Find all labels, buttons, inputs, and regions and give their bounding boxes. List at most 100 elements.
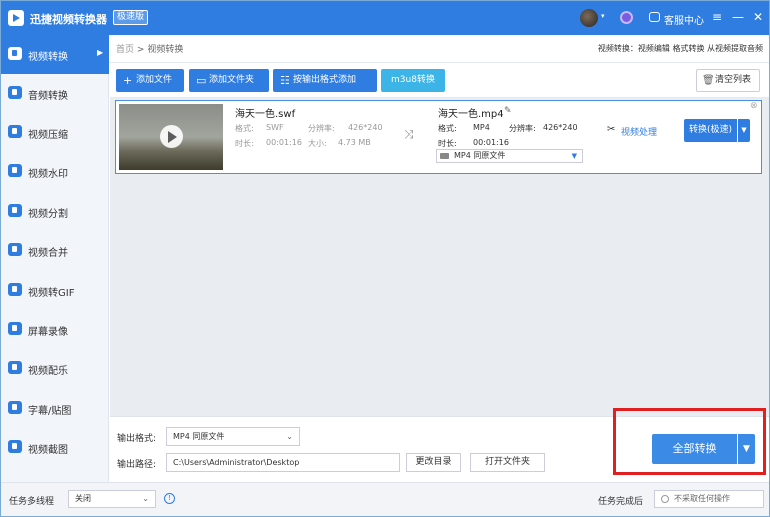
source-resolution-value: 426*240 [348, 123, 383, 132]
app-window: 迅捷视频转换器 极速版 ▾ 客服中心 ≡ — ✕ 视频转换 ▶ 音频转换 视频压… [0, 0, 770, 517]
output-format-select[interactable]: MP4 同原文件 ▼ [436, 149, 583, 163]
convert-fast-button[interactable]: 转换(极速) [684, 119, 737, 142]
app-logo-icon [8, 10, 24, 26]
open-folder-button[interactable]: 打开文件夹 [470, 453, 545, 472]
change-directory-button[interactable]: 更改目录 [406, 453, 461, 472]
source-size-label: 大小: [308, 139, 327, 148]
rename-pencil-icon[interactable]: ✎ [504, 106, 512, 116]
chevron-down-icon: ▼ [571, 152, 577, 160]
clear-list-label: 清空列表 [715, 75, 752, 85]
m3u8-convert-button[interactable]: m3u8转换 [381, 69, 445, 92]
source-duration-value: 00:01:16 [266, 138, 302, 147]
sidebar-item-label: 视频压缩 [28, 130, 68, 141]
sidebar-item-music[interactable]: 视频配乐 [1, 349, 109, 388]
sidebar-item-video-convert[interactable]: 视频转换 ▶ [1, 35, 109, 74]
source-resolution-label: 分辨率: [308, 124, 335, 133]
output-duration-value: 00:01:16 [473, 138, 509, 147]
convert-all-dropdown-button[interactable]: ▼ [738, 434, 755, 464]
add-file-label: 添加文件 [136, 75, 173, 85]
output-path-field[interactable]: C:\Users\Administrator\Desktop [166, 453, 400, 472]
after-complete-select[interactable]: 不采取任何操作 [654, 490, 764, 508]
sidebar-item-screen-record[interactable]: 屏幕录像 [1, 310, 109, 349]
sidebar-item-split[interactable]: 视频分割 [1, 192, 109, 231]
chevron-down-icon: ⌄ [142, 494, 149, 503]
shuffle-icon: ⤨ [404, 127, 414, 141]
user-avatar[interactable] [580, 9, 598, 27]
sidebar-item-label: 视频转GIF [28, 288, 75, 299]
output-format-dropdown[interactable]: MP4 同原文件 ⌄ [166, 427, 300, 446]
output-format-label: 格式: [438, 124, 457, 133]
trash-icon: 🗑 [702, 75, 715, 86]
gif-icon [8, 283, 22, 296]
after-complete-select-value: 不采取任何操作 [674, 494, 730, 503]
sidebar-item-merge[interactable]: 视频合并 [1, 231, 109, 270]
header-links[interactable]: 视频转换：视频编辑 格式转换 从视频提取音频 [598, 43, 763, 54]
sidebar-item-gif[interactable]: 视频转GIF [1, 271, 109, 310]
info-icon[interactable]: ! [164, 493, 175, 504]
breadcrumb-separator: > [136, 45, 145, 55]
multithread-label: 任务多线程 [9, 497, 55, 507]
breadcrumb: 首页 > 视频转换 [116, 42, 183, 55]
video-process-link[interactable]: 视频处理 [607, 125, 657, 138]
convert-dropdown-button[interactable]: ▼ [738, 119, 750, 142]
play-icon[interactable] [160, 125, 183, 148]
add-by-format-label: 按输出格式添加 [293, 75, 357, 85]
sidebar-item-watermark[interactable]: 视频水印 [1, 152, 109, 191]
radio-icon [661, 495, 669, 503]
sidebar-item-label: 视频转换 [28, 52, 68, 63]
sidebar-item-compress[interactable]: 视频压缩 [1, 113, 109, 152]
split-icon [8, 204, 22, 217]
output-format-value: MP4 [473, 123, 490, 132]
add-file-button[interactable]: + 添加文件 [116, 69, 184, 92]
chevron-down-icon: ⌄ [286, 432, 293, 441]
vip-icon[interactable] [620, 11, 633, 24]
chevron-right-icon: ▶ [97, 48, 104, 57]
audio-convert-icon [8, 86, 22, 99]
sidebar-item-label: 视频截图 [28, 445, 68, 456]
sidebar-item-subtitle[interactable]: 字幕/贴图 [1, 389, 109, 428]
convert-all-button[interactable]: 全部转换 [652, 434, 737, 464]
watermark-icon [8, 164, 22, 177]
video-thumbnail[interactable] [119, 104, 223, 170]
menu-icon[interactable]: ≡ [710, 10, 724, 24]
merge-icon [8, 243, 22, 256]
folder-icon: ▭ [196, 74, 207, 87]
subtitle-icon [8, 401, 22, 414]
sidebar-item-screenshot[interactable]: 视频截图 [1, 428, 109, 467]
main-panel: 首页 > 视频转换 视频转换：视频编辑 格式转换 从视频提取音频 + 添加文件 … [110, 35, 769, 482]
source-format-label: 格式: [235, 124, 254, 133]
multithread-select[interactable]: 关闭 ⌄ [68, 490, 156, 508]
file-item[interactable]: 海天一色.swf 格式: SWF 分辨率: 426*240 时长: 00:01:… [115, 100, 762, 174]
output-settings: 输出格式: MP4 同原文件 ⌄ 输出路径: C:\Users\Administ… [110, 416, 769, 482]
source-file-name: 海天一色.swf [235, 109, 296, 120]
output-duration-label: 时长: [438, 139, 457, 148]
title-bar: 迅捷视频转换器 极速版 ▾ 客服中心 ≡ — ✕ [1, 1, 769, 35]
music-icon [8, 361, 22, 374]
output-resolution-label: 分辨率: [509, 124, 536, 133]
output-resolution-value: 426*240 [543, 123, 578, 132]
multithread-select-value: 关闭 [75, 494, 91, 503]
add-folder-button[interactable]: ▭ 添加文件夹 [189, 69, 269, 92]
sidebar-item-audio-convert[interactable]: 音频转换 [1, 74, 109, 113]
sidebar: 视频转换 ▶ 音频转换 视频压缩 视频水印 视频分割 视频合并 视频转GIF 屏… [1, 35, 109, 482]
add-folder-label: 添加文件夹 [209, 75, 255, 85]
sidebar-item-label: 字幕/贴图 [28, 406, 72, 417]
close-icon[interactable]: ✕ [751, 10, 765, 24]
sidebar-item-label: 视频水印 [28, 169, 68, 180]
clear-list-button[interactable]: 🗑 清空列表 [696, 69, 760, 92]
video-format-icon [440, 153, 449, 159]
add-by-format-button[interactable]: ☷ 按输出格式添加 [273, 69, 377, 92]
minimize-icon[interactable]: — [731, 10, 745, 24]
app-title: 迅捷视频转换器 [30, 13, 107, 26]
output-format-select-value: MP4 同原文件 [454, 151, 506, 160]
avatar-dropdown-icon[interactable]: ▾ [601, 12, 605, 20]
chat-icon[interactable] [649, 12, 660, 22]
sidebar-item-label: 屏幕录像 [28, 327, 68, 338]
remove-item-icon[interactable]: ⊗ [750, 101, 758, 111]
source-format-value: SWF [266, 123, 284, 132]
after-complete-label: 任务完成后 [598, 497, 644, 507]
sidebar-item-label: 视频合并 [28, 248, 68, 259]
service-center-link[interactable]: 客服中心 [664, 12, 704, 27]
output-path-label: 输出路径: [117, 460, 157, 470]
breadcrumb-home[interactable]: 首页 [116, 45, 134, 55]
